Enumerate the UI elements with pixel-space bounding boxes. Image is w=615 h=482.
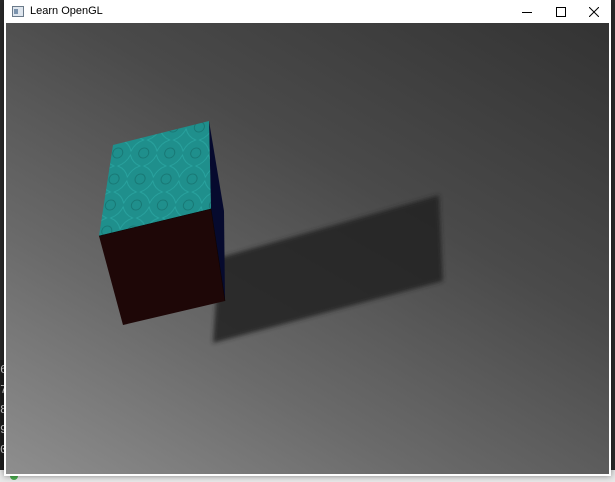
scene-canvas bbox=[98, 121, 443, 343]
close-button[interactable] bbox=[577, 0, 611, 23]
maximize-icon bbox=[556, 6, 566, 17]
opengl-app-icon[interactable] bbox=[12, 6, 24, 17]
close-icon bbox=[589, 6, 599, 17]
cube-shadow bbox=[213, 195, 443, 343]
render-viewport[interactable] bbox=[6, 23, 609, 474]
opengl-window: Learn OpenGL bbox=[4, 0, 611, 476]
window-title: Learn OpenGL bbox=[30, 5, 103, 17]
maximize-button[interactable] bbox=[544, 0, 578, 23]
title-bar[interactable]: Learn OpenGL bbox=[4, 0, 611, 23]
minimize-button[interactable] bbox=[510, 0, 544, 23]
minimize-icon bbox=[522, 11, 532, 13]
